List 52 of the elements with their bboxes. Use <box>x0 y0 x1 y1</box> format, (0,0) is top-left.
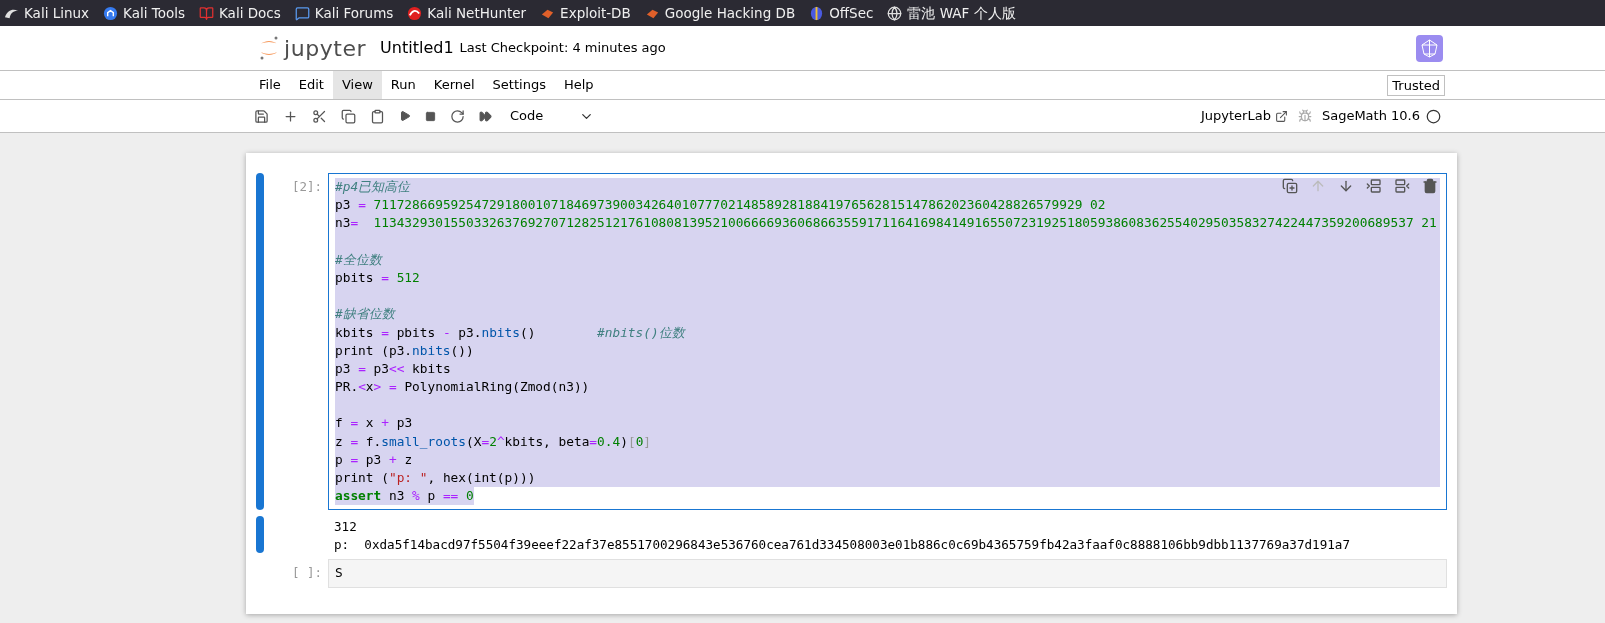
fast-forward-icon[interactable] <box>479 109 492 123</box>
menu-item[interactable]: Settings <box>483 71 555 99</box>
menu-item[interactable]: View <box>332 71 382 99</box>
globe-icon <box>887 5 903 21</box>
code-editor[interactable] <box>328 173 1447 511</box>
external-link-icon <box>1274 109 1288 123</box>
menu-item[interactable]: Help <box>554 71 603 99</box>
menu-item[interactable]: Edit <box>289 71 333 99</box>
restart-icon[interactable] <box>450 108 465 124</box>
move-down-icon[interactable] <box>1338 178 1354 194</box>
kernel-status-icon <box>1426 108 1441 124</box>
paste-icon[interactable] <box>370 108 385 124</box>
save-icon[interactable] <box>254 108 269 124</box>
chat-icon <box>294 5 310 21</box>
bookmark[interactable]: Kali NetHunter <box>407 2 527 24</box>
bookmark[interactable]: Kali Tools <box>103 2 185 24</box>
trusted-button[interactable]: Trusted <box>1387 74 1445 96</box>
delete-icon[interactable] <box>1422 178 1438 194</box>
bookmark[interactable]: Google Hacking DB <box>644 2 796 24</box>
cut-icon[interactable] <box>312 108 327 124</box>
user-avatar-icon[interactable] <box>1416 34 1443 62</box>
run-icon[interactable] <box>399 110 411 122</box>
code-editor[interactable]: S <box>328 559 1447 588</box>
notebook-title[interactable]: Untitled1 <box>380 36 454 60</box>
insert-below-icon[interactable] <box>1394 178 1410 194</box>
menu-item[interactable]: Kernel <box>424 71 484 99</box>
stop-icon[interactable] <box>425 110 436 122</box>
menu-item[interactable]: File <box>250 71 290 99</box>
bookmark[interactable]: OffSec <box>809 2 874 24</box>
output-line: p: 0xda5f14bacd97f5504f39eeef22af37e8551700296843e536760cea761d334508003e01b886c0c69b4365759fb42a3faaf0c8888106bb9dbb1137769a37d191a7 <box>334 535 1350 554</box>
bookmark[interactable]: 雷池 WAF 个人版 <box>887 2 1016 24</box>
jupyter-logo-icon <box>258 35 280 61</box>
output-line: 312 <box>334 518 358 536</box>
bookmark[interactable]: Exploit-DB <box>540 2 631 24</box>
output-selection-bar <box>256 516 264 554</box>
duplicate-icon[interactable] <box>1282 178 1298 194</box>
jupyterlab-link[interactable]: JupyterLab <box>1201 106 1288 126</box>
kernel-name[interactable]: SageMath 10.6 <box>1321 106 1420 126</box>
add-icon[interactable] <box>283 108 298 124</box>
checkpoint-status: Last Checkpoint: 4 minutes ago <box>459 39 666 58</box>
insert-above-icon[interactable] <box>1366 178 1382 194</box>
bookmark[interactable]: Kali Docs <box>199 2 281 24</box>
book-icon <box>199 5 214 21</box>
cell-type-dropdown[interactable]: Code <box>510 106 594 126</box>
jupyter-wordmark: jupyter <box>284 34 367 63</box>
copy-icon[interactable] <box>341 108 356 124</box>
bookmark[interactable]: Kali Linux <box>4 2 90 24</box>
code-line: S <box>335 564 344 583</box>
menu-item[interactable]: Run <box>381 71 425 99</box>
cell-prompt: [ ]: <box>290 564 323 583</box>
bookmark[interactable]: Kali Forums <box>294 2 394 24</box>
cell-prompt: [2]: <box>290 178 323 196</box>
